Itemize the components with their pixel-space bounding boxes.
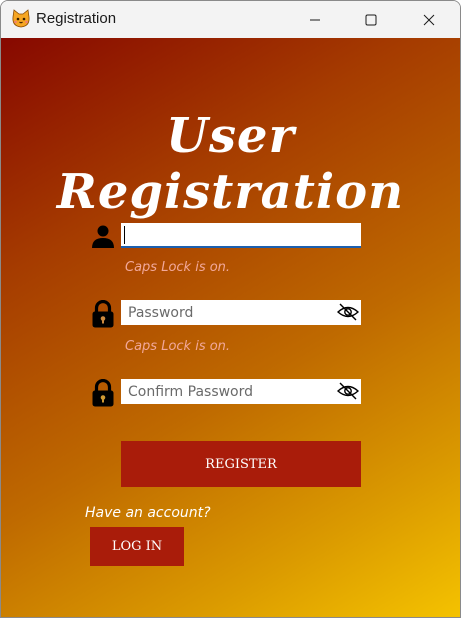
username-caps-lock-hint: Caps Lock is on. [125, 260, 231, 275]
password-caps-lock-hint: Caps Lock is on. [125, 339, 231, 354]
have-account-text: Have an account? [85, 505, 211, 521]
close-icon [423, 14, 435, 25]
register-button[interactable]: REGISTER [121, 441, 361, 487]
maximize-button[interactable] [348, 1, 394, 38]
username-field[interactable] [121, 223, 361, 248]
registration-form: User Registration Caps Lock is on. Caps … [1, 38, 460, 617]
user-icon [92, 225, 114, 248]
confirm-password-input[interactable] [121, 379, 333, 404]
window-title: Registration [36, 10, 117, 27]
title-bar[interactable]: Registration [1, 1, 460, 38]
minimize-icon [310, 19, 320, 20]
password-field[interactable] [121, 300, 361, 325]
cat-face-icon [12, 9, 30, 28]
lock-icon [92, 379, 114, 407]
maximize-icon [365, 14, 377, 25]
username-input[interactable] [121, 223, 333, 248]
confirm-password-field[interactable] [121, 379, 361, 404]
lock-icon [92, 300, 114, 328]
registration-window: Registration User Registration Caps Lock… [0, 0, 461, 618]
password-input[interactable] [121, 300, 333, 325]
login-button[interactable]: LOG IN [90, 527, 184, 566]
eye-slash-icon[interactable] [337, 303, 359, 321]
eye-slash-icon[interactable] [337, 382, 359, 400]
close-button[interactable] [406, 1, 452, 38]
minimize-button[interactable] [292, 1, 338, 38]
page-title: User Registration [56, 108, 405, 220]
